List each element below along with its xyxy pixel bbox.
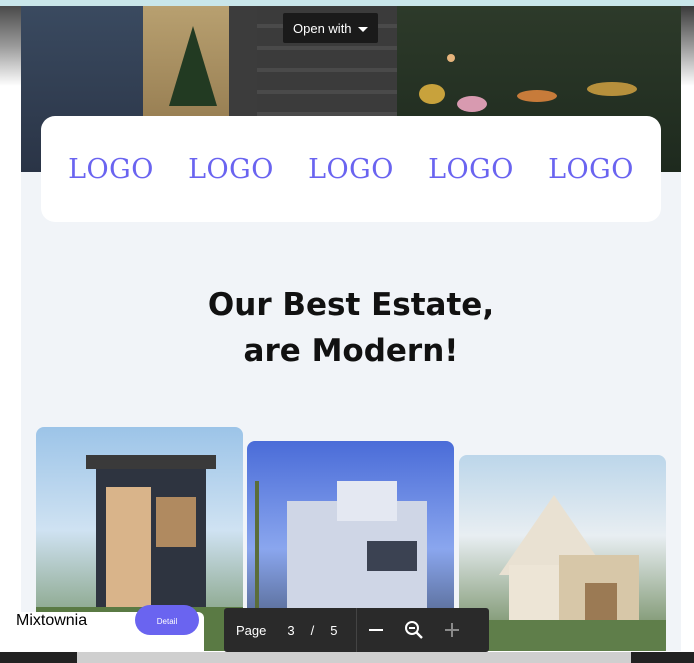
partner-logo: LOGO <box>428 153 514 185</box>
document-page[interactable]: LOGO LOGO LOGO LOGO LOGO Our Best Estate… <box>21 6 681 651</box>
partner-logo: LOGO <box>548 153 634 185</box>
partner-logo: LOGO <box>68 153 154 185</box>
open-with-label: Open with <box>293 20 352 36</box>
minus-icon <box>369 629 384 631</box>
property-card-image[interactable] <box>459 455 666 651</box>
page-separator: / <box>310 622 315 638</box>
house-illustration <box>459 495 666 651</box>
headline-line-2: are Modern! <box>243 333 459 369</box>
partner-logo: LOGO <box>188 153 274 185</box>
horizontal-scrollbar-track <box>0 652 694 663</box>
zoom-out-button[interactable] <box>357 622 395 638</box>
horizontal-scrollbar-thumb[interactable] <box>77 652 631 663</box>
headline-line-1: Our Best Estate, <box>207 287 495 323</box>
partner-logo: LOGO <box>308 153 394 185</box>
current-page-input[interactable]: 3 <box>287 623 294 638</box>
page-label: Page <box>236 622 267 638</box>
total-pages: 5 <box>330 622 338 638</box>
viewer-right-margin <box>681 6 694 663</box>
zoom-reset-button[interactable] <box>395 620 433 640</box>
plus-icon <box>445 623 460 637</box>
logo-bar: LOGO LOGO LOGO LOGO LOGO <box>41 116 661 222</box>
section-headline: Our Best Estate, are Modern! <box>21 282 681 374</box>
open-with-button[interactable]: Open with <box>283 13 378 43</box>
viewer-left-margin <box>0 6 21 663</box>
property-detail-button[interactable]: Detail <box>135 605 199 635</box>
zoom-in-button[interactable] <box>433 622 471 638</box>
chevron-down-icon <box>357 26 368 32</box>
page-controls: Page 3 / 5 <box>224 608 489 652</box>
zoom-out-icon <box>405 621 424 639</box>
property-title: Mixtownia <box>16 612 88 629</box>
